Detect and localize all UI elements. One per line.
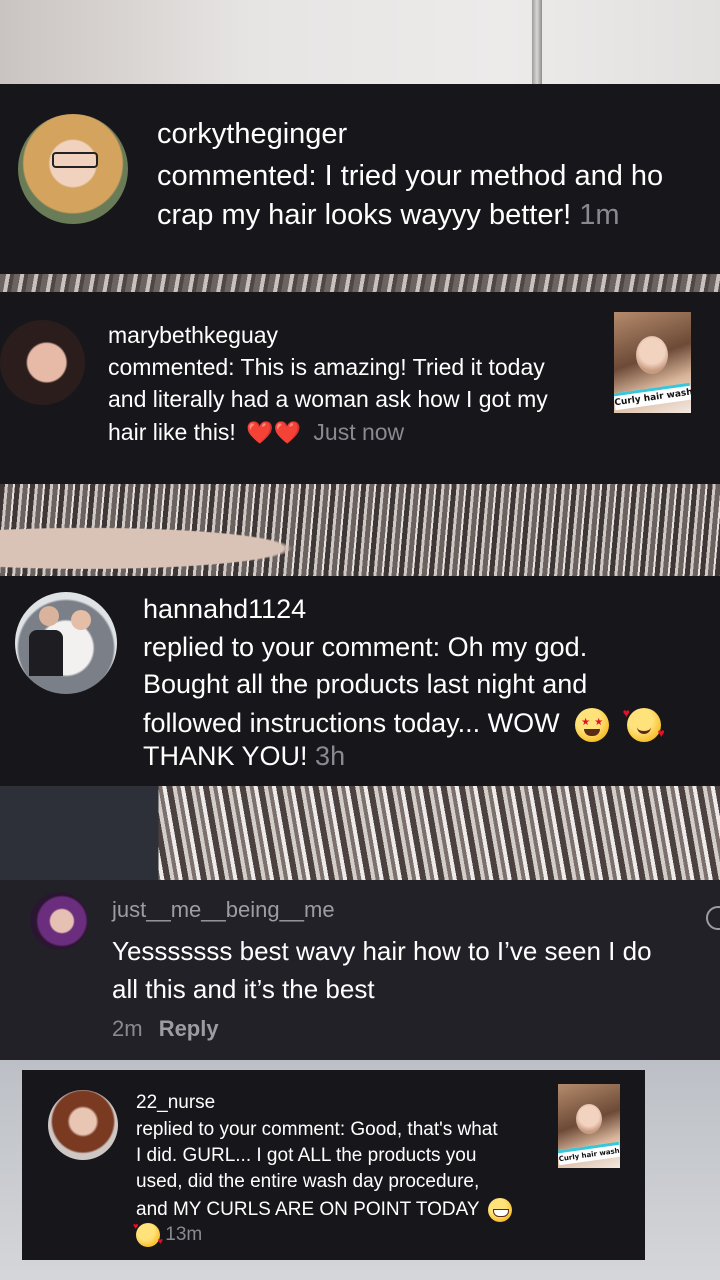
notification-card-corkytheginger[interactable]: corkytheginger commented: I tried your m… (0, 84, 720, 274)
background-hair-strip (0, 484, 720, 576)
comment-card-just-me-being-me[interactable]: just__me__being__me Yesssssss best wavy … (0, 880, 720, 1060)
smiling-face-with-hearts-emoji-icon: ♥ ♥ (622, 706, 665, 742)
timestamp: 13m (165, 1224, 203, 1246)
background-hair-strip (0, 274, 720, 292)
comment-body: hair like this! (108, 419, 236, 445)
avatar[interactable] (0, 320, 85, 405)
comment-line: and MY CURLS ARE ON POINT TODAY (136, 1198, 513, 1222)
username[interactable]: just__me__being__me (112, 897, 335, 923)
background-shower-pipe (532, 0, 542, 84)
avatar[interactable] (48, 1090, 118, 1160)
username[interactable]: marybethkeguay (108, 322, 278, 349)
thumbnail-face (636, 336, 668, 374)
glasses-icon (52, 152, 98, 168)
comment-line-last: THANK YOU! 3h (143, 741, 345, 772)
thumbnail-face (576, 1104, 602, 1134)
comment-line-last: ♥ ♥ 13m (133, 1221, 203, 1247)
background-hair-strip (0, 786, 720, 880)
avatar[interactable] (30, 892, 88, 950)
avatar[interactable] (18, 114, 128, 224)
notification-card-marybethkeguay[interactable]: marybethkeguay commented: This is amazin… (0, 292, 720, 484)
notification-card-22-nurse[interactable]: 22_nurse replied to your comment: Good, … (22, 1070, 645, 1260)
comment-line: commented: This is amazing! Tried it tod… (108, 354, 545, 380)
person-icon (39, 606, 59, 626)
comment-line: replied to your comment: Oh my god. (143, 632, 588, 662)
thumbnail-caption: Curly hair wash (614, 382, 691, 411)
comment-text: Yesssssss best wavy hair how to I’ve see… (112, 936, 652, 1004)
username[interactable]: hannahd1124 (143, 594, 306, 625)
comment-body: followed instructions today... WOW (143, 708, 560, 739)
screenshot-collage: corkytheginger commented: I tried your m… (0, 0, 720, 1280)
timestamp: 2m (112, 1016, 143, 1041)
timestamp: Just now (313, 419, 405, 445)
comment-line: Bought all the products last night and (143, 669, 588, 699)
background-photo-top (0, 0, 720, 84)
star-struck-emoji-icon: ★ ★ (575, 708, 610, 742)
comment-line: followed instructions today... WOW ★ ★ ♥… (143, 706, 665, 742)
comment-line: I did. GURL... I got ALL the products yo… (136, 1145, 477, 1166)
comment-line: replied to your comment: Good, that's wh… (136, 1119, 498, 1140)
heart-emoji-icon: ❤️❤️ (246, 420, 302, 445)
comment-body: THANK YOU! (143, 741, 308, 771)
comment-body: and MY CURLS ARE ON POINT TODAY (136, 1199, 480, 1221)
person-icon (71, 610, 91, 630)
username[interactable]: 22_nurse (136, 1092, 215, 1114)
thumbnail-caption: Curly hair wash (558, 1141, 620, 1166)
shirt-shape (29, 630, 63, 676)
notification-card-hannahd1124[interactable]: hannahd1124 replied to your comment: Oh … (0, 576, 720, 786)
video-thumbnail[interactable]: Curly hair wash (614, 312, 691, 413)
comment-line: and literally had a woman ask how I got … (108, 386, 548, 412)
comment-text: commented: I tried your method and ho cr… (157, 157, 720, 235)
timestamp: 3h (315, 741, 346, 771)
smiling-face-with-hearts-emoji-icon: ♥ ♥ (133, 1221, 163, 1247)
like-heart-icon[interactable] (706, 906, 720, 930)
comment-line: used, did the entire wash day procedure, (136, 1171, 480, 1192)
username[interactable]: corkytheginger (157, 118, 347, 151)
grinning-face-emoji-icon (488, 1198, 513, 1222)
comment-line-last: hair like this! ❤️❤️ Just now (108, 419, 404, 446)
timestamp: 1m (579, 199, 620, 231)
avatar[interactable] (15, 592, 117, 694)
reply-button[interactable]: Reply (159, 1016, 219, 1041)
video-thumbnail[interactable]: Curly hair wash (558, 1084, 620, 1168)
comment-meta: 2m Reply (112, 1016, 219, 1042)
